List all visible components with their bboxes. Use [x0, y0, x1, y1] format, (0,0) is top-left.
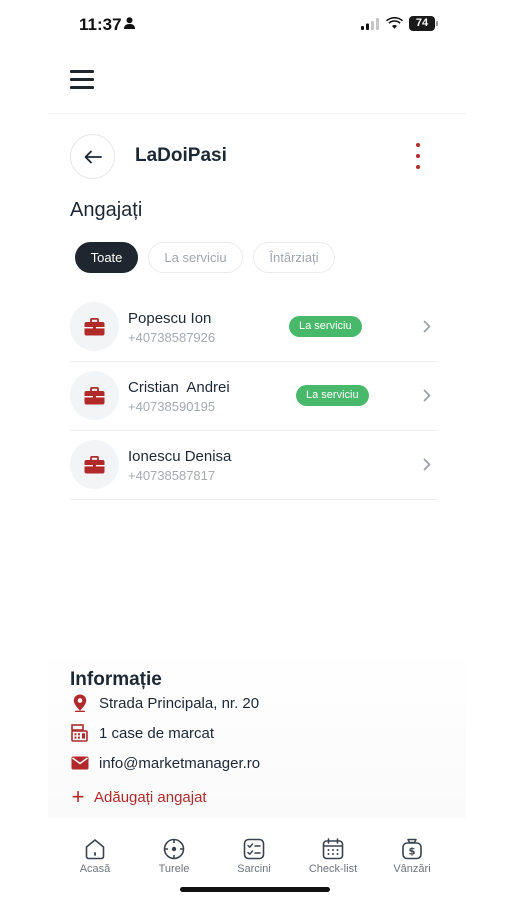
arrow-left-icon — [84, 150, 102, 163]
nav-label-sales: Vânzări — [393, 863, 431, 875]
more-options-icon[interactable] — [410, 143, 426, 169]
filter-chip-on-duty[interactable]: La serviciu — [148, 242, 243, 273]
employee-name: Cristian Andrei — [128, 379, 230, 396]
info-email: info@marketmanager.ro — [70, 752, 260, 774]
add-employee-button[interactable]: + Adăugați angajat — [68, 786, 207, 808]
employee-row[interactable]: Cristian Andrei +40738590195 La serviciu — [70, 362, 437, 431]
employee-phone: +40738587926 — [128, 330, 216, 345]
home-indicator — [180, 887, 330, 892]
briefcase-icon — [84, 455, 105, 473]
employee-name: Popescu Ion — [128, 310, 212, 327]
filter-chip-all[interactable]: Toate — [75, 242, 138, 273]
employee-name: Ionescu Denisa — [128, 448, 232, 465]
chevron-right-icon — [423, 458, 431, 471]
nav-label-home: Acasă — [79, 863, 111, 875]
signal-icon — [361, 18, 379, 30]
hamburger-menu-icon[interactable] — [70, 70, 94, 90]
employee-phone: +40738590195 — [128, 399, 216, 414]
home-icon — [85, 839, 105, 860]
svg-text:$: $ — [409, 847, 416, 858]
employee-phone: +40738587817 — [128, 468, 216, 483]
wifi-icon — [386, 17, 403, 29]
nav-label-shifts: Turele — [158, 863, 190, 875]
employee-avatar — [70, 440, 119, 489]
employees-section-title: Angajați — [70, 199, 143, 221]
employee-row[interactable]: Ionescu Denisa +40738587817 — [70, 431, 437, 500]
status-badge: La serviciu — [296, 385, 369, 406]
cash-register-icon — [70, 723, 90, 743]
chevron-right-icon — [423, 389, 431, 402]
filter-chip-late[interactable]: Întârziați — [253, 242, 335, 273]
info-section-title: Informație — [70, 669, 162, 690]
status-time: 11:37 — [79, 15, 122, 34]
status-badge: La serviciu — [289, 316, 362, 337]
header-divider — [48, 113, 466, 114]
briefcase-icon — [84, 317, 105, 335]
info-address: Strada Principala, nr. 20 — [70, 692, 259, 714]
money-bag-icon: $ — [402, 838, 422, 860]
email-text: info@marketmanager.ro — [99, 754, 261, 772]
chevron-right-icon — [423, 320, 431, 333]
battery-indicator: 74 — [409, 16, 435, 31]
employee-avatar — [70, 371, 119, 420]
mail-icon — [70, 753, 90, 773]
battery-cap — [436, 21, 438, 26]
nav-item-tasks[interactable]: Sarcini — [219, 837, 289, 875]
store-title: LaDoiPasi — [135, 145, 227, 166]
info-cash-registers: 1 case de marcat — [70, 722, 214, 744]
plus-icon: + — [71, 784, 85, 809]
nav-item-sales[interactable]: $ Vânzări — [377, 837, 447, 875]
back-button[interactable] — [70, 134, 115, 179]
target-icon — [163, 838, 185, 860]
calendar-icon — [322, 838, 344, 860]
status-bar: 11:37 74 — [0, 0, 507, 48]
briefcase-icon — [84, 386, 105, 404]
address-text: Strada Principala, nr. 20 — [99, 694, 260, 712]
nav-item-home[interactable]: Acasă — [60, 837, 130, 875]
nav-item-checklist[interactable]: Check-list — [298, 837, 368, 875]
nav-label-checklist: Check-list — [308, 863, 358, 875]
location-pin-icon — [70, 693, 90, 713]
nav-item-shifts[interactable]: Turele — [139, 837, 209, 875]
nav-label-tasks: Sarcini — [237, 863, 271, 875]
cash-registers-text: 1 case de marcat — [99, 724, 215, 742]
employee-avatar — [70, 302, 119, 351]
person-icon — [124, 17, 135, 29]
employee-row[interactable]: Popescu Ion +40738587926 La serviciu — [70, 293, 437, 362]
task-list-icon — [243, 838, 265, 860]
add-employee-label: Adăugați angajat — [94, 788, 207, 806]
